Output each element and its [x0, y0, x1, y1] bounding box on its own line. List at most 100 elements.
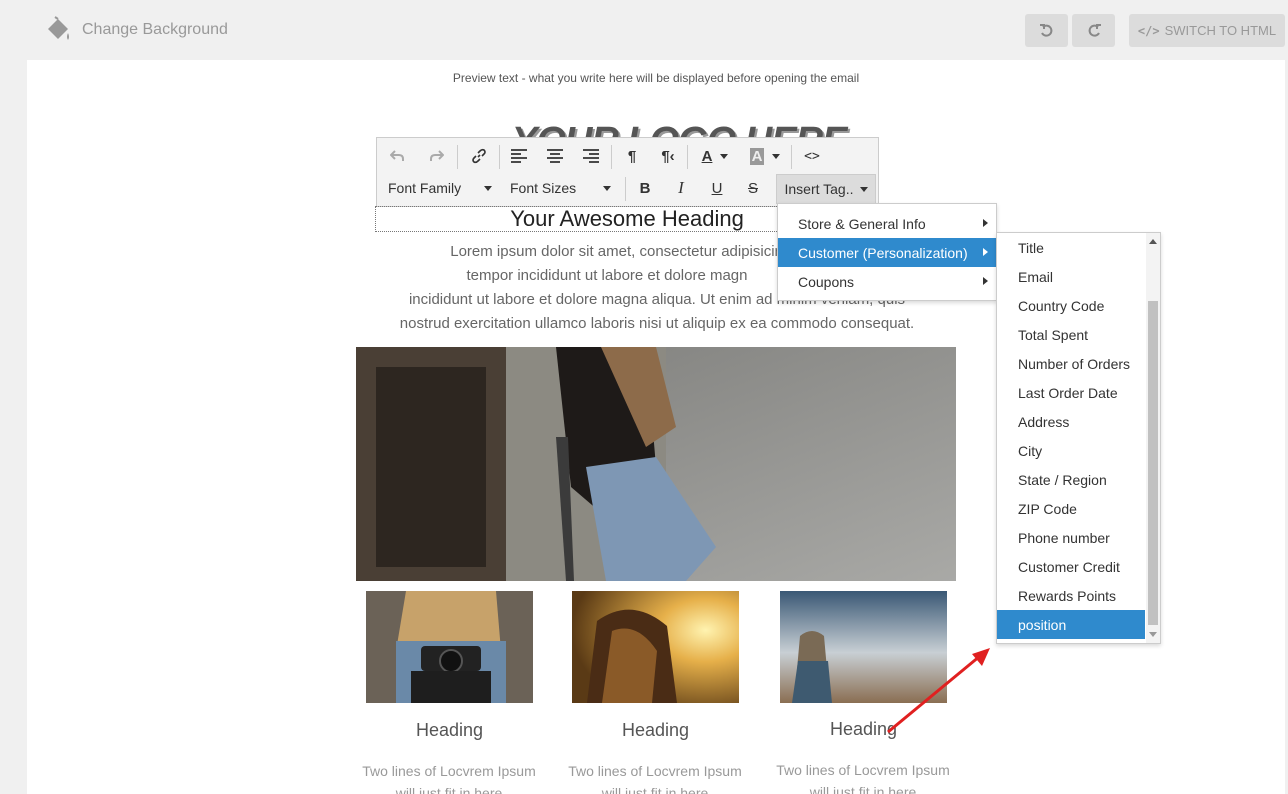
- body-line: nostrud exercitation ullamco laboris nis…: [399, 315, 915, 332]
- sunset-photo: [572, 591, 739, 703]
- bold-icon: B: [639, 179, 651, 197]
- italic-button[interactable]: I: [670, 174, 692, 202]
- change-background-label: Change Background: [82, 21, 228, 38]
- submenu-item-email[interactable]: Email: [997, 262, 1145, 291]
- align-left-icon: [511, 149, 527, 163]
- redo-button[interactable]: [1072, 14, 1115, 47]
- column-heading-2[interactable]: Heading: [572, 720, 739, 741]
- menu-item-label: Coupons: [798, 273, 855, 290]
- toolbar-redo-button[interactable]: [425, 142, 449, 170]
- toolbar-undo-button[interactable]: [385, 142, 409, 170]
- toolbar-row-1: ¶ ¶‹ A A <>: [377, 142, 878, 172]
- rich-text-toolbar: ¶ ¶‹ A A <> Font Family Font Sizes B I U…: [376, 137, 879, 207]
- submenu-item-title[interactable]: Title: [997, 233, 1145, 262]
- camera-photo: [366, 591, 533, 703]
- align-right-icon: [583, 149, 599, 163]
- scroll-up-arrow-icon[interactable]: [1149, 239, 1157, 244]
- submenu-scrollbar[interactable]: [1146, 233, 1160, 643]
- column-text-line: will just fit in here: [395, 785, 503, 794]
- ltr-paragraph-button[interactable]: ¶: [620, 142, 644, 170]
- chevron-right-icon: [983, 248, 988, 256]
- code-icon: </>: [1137, 23, 1160, 38]
- menu-item-label: Customer (Personalization): [798, 244, 968, 261]
- align-center-icon: [547, 149, 563, 163]
- scroll-down-arrow-icon[interactable]: [1149, 632, 1157, 637]
- submenu-item-phone-number[interactable]: Phone number: [997, 523, 1145, 552]
- font-family-label: Font Family: [388, 180, 462, 196]
- toolbar-separator: [791, 145, 792, 169]
- text-color-button[interactable]: A: [695, 142, 735, 170]
- column-text-line: Two lines of Locvrem Ipsum: [776, 762, 950, 778]
- toolbar-separator: [687, 145, 688, 169]
- insert-tag-label: Insert Tag..: [784, 181, 854, 197]
- thumbnail-image-2[interactable]: [572, 591, 739, 703]
- thumbnail-image-1[interactable]: [366, 591, 533, 703]
- chevron-down-icon: [484, 185, 492, 191]
- hero-image[interactable]: [356, 347, 956, 581]
- preview-text[interactable]: Preview text - what you write here will …: [27, 71, 1285, 85]
- column-heading-1[interactable]: Heading: [366, 720, 533, 741]
- menu-item-store-general-info[interactable]: Store & General Info: [778, 209, 996, 238]
- insert-tag-menu: Store & General Info Customer (Personali…: [777, 203, 997, 301]
- strikethrough-button[interactable]: S: [742, 174, 764, 202]
- submenu-item-state-region[interactable]: State / Region: [997, 465, 1145, 494]
- align-left-button[interactable]: [507, 142, 531, 170]
- submenu-item-country-code[interactable]: Country Code: [997, 291, 1145, 320]
- submenu-item-position[interactable]: position: [997, 610, 1145, 639]
- background-color-button[interactable]: A: [745, 142, 785, 170]
- chevron-right-icon: [983, 219, 988, 227]
- text-color-icon: A: [701, 147, 713, 165]
- top-bar: Change Background </> SWITCH TO HTML: [0, 0, 1288, 60]
- column-text-3[interactable]: Two lines of Locvrem Ipsum will just fit…: [763, 759, 963, 794]
- submenu-item-address[interactable]: Address: [997, 407, 1145, 436]
- toolbar-separator: [499, 145, 500, 169]
- paint-bucket-icon: [48, 16, 69, 40]
- font-sizes-dropdown[interactable]: Font Sizes: [510, 174, 611, 202]
- insert-tag-dropdown[interactable]: Insert Tag..: [776, 174, 876, 204]
- undo-arrow-icon: [390, 150, 404, 161]
- rtl-paragraph-button[interactable]: ¶‹: [656, 142, 680, 170]
- underline-button[interactable]: U: [706, 174, 728, 202]
- submenu-item-last-order-date[interactable]: Last Order Date: [997, 378, 1145, 407]
- submenu-item-customer-credit[interactable]: Customer Credit: [997, 552, 1145, 581]
- code-view-icon: <>: [804, 148, 820, 164]
- font-family-dropdown[interactable]: Font Family: [388, 174, 492, 202]
- column-text-line: will just fit in here: [601, 785, 709, 794]
- redo-icon: [1088, 23, 1101, 37]
- bold-button[interactable]: B: [634, 174, 656, 202]
- submenu-item-city[interactable]: City: [997, 436, 1145, 465]
- redo-arrow-icon: [430, 150, 444, 161]
- submenu-item-total-spent[interactable]: Total Spent: [997, 320, 1145, 349]
- column-text-line: will just fit in here: [809, 784, 917, 794]
- menu-item-coupons[interactable]: Coupons: [778, 267, 996, 296]
- chevron-down-icon: [720, 153, 729, 159]
- scroll-thumb[interactable]: [1148, 301, 1158, 625]
- switch-to-html-button[interactable]: </> SWITCH TO HTML: [1129, 14, 1285, 47]
- align-right-button[interactable]: [579, 142, 603, 170]
- submenu-item-zip-code[interactable]: ZIP Code: [997, 494, 1145, 523]
- column-text-2[interactable]: Two lines of Locvrem Ipsum will just fit…: [555, 760, 755, 794]
- change-background-button[interactable]: Change Background: [44, 14, 228, 46]
- insert-link-button[interactable]: [467, 142, 491, 170]
- chevron-down-icon: [772, 153, 781, 159]
- column-text-line: Two lines of Locvrem Ipsum: [568, 763, 742, 779]
- submenu-item-number-of-orders[interactable]: Number of Orders: [997, 349, 1145, 378]
- font-sizes-label: Font Sizes: [510, 180, 577, 196]
- chevron-right-icon: [983, 277, 988, 285]
- toolbar-separator: [625, 177, 626, 201]
- hero-photo: [356, 347, 956, 581]
- paragraph-ltr-icon: ¶: [627, 147, 637, 165]
- column-text-line: Two lines of Locvrem Ipsum: [362, 763, 536, 779]
- customer-tags-submenu: Title Email Country Code Total Spent Num…: [996, 232, 1161, 644]
- toolbar-row-2: Font Family Font Sizes B I U S Insert Ta…: [377, 174, 878, 204]
- menu-item-label: Store & General Info: [798, 215, 926, 232]
- align-center-button[interactable]: [543, 142, 567, 170]
- submenu-item-rewards-points[interactable]: Rewards Points: [997, 581, 1145, 610]
- italic-icon: I: [678, 178, 684, 197]
- background-color-icon: A: [749, 147, 765, 165]
- toolbar-separator: [611, 145, 612, 169]
- source-code-button[interactable]: <>: [799, 142, 825, 170]
- column-text-1[interactable]: Two lines of Locvrem Ipsum will just fit…: [349, 760, 549, 794]
- undo-button[interactable]: [1025, 14, 1068, 47]
- menu-item-customer-personalization[interactable]: Customer (Personalization): [778, 238, 996, 267]
